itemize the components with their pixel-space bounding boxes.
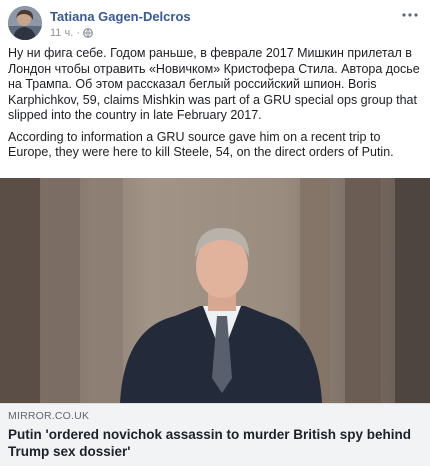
link-preview-image[interactable] — [0, 178, 430, 403]
more-dots-icon — [402, 13, 418, 17]
avatar-photo — [8, 6, 42, 40]
post-paragraph: Ну ни фига себе. Годом раньше, в феврале… — [8, 46, 420, 122]
post-body: Ну ни фига себе. Годом раньше, в феврале… — [8, 46, 424, 167]
post-timestamp[interactable]: 11 ч. — [50, 27, 73, 39]
link-headline[interactable]: Putin 'ordered novichok assassin to murd… — [8, 426, 422, 460]
globe-icon[interactable] — [83, 28, 93, 38]
portrait-photo — [0, 178, 430, 403]
more-options-button[interactable] — [400, 8, 420, 22]
post-paragraph: According to information a GRU source ga… — [8, 129, 394, 160]
link-preview-caption[interactable]: MIRROR.CO.UK Putin 'ordered novichok ass… — [0, 403, 430, 466]
post-header: Tatiana Gagen-Delcros 11 ч. · — [0, 0, 430, 44]
author-avatar[interactable] — [8, 6, 42, 40]
post-meta: 11 ч. · — [50, 27, 93, 39]
author-name[interactable]: Tatiana Gagen-Delcros — [50, 9, 191, 24]
link-domain: MIRROR.CO.UK — [8, 410, 90, 422]
